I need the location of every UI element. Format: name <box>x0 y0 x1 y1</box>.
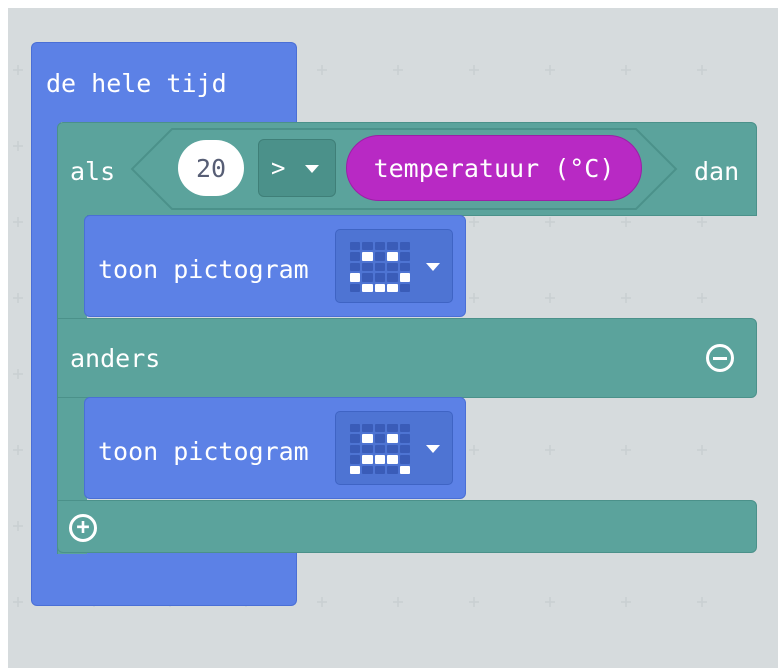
led-off <box>362 444 373 454</box>
led-off <box>350 455 361 464</box>
led-off <box>350 444 361 454</box>
led-on <box>362 455 373 464</box>
led-on <box>350 465 361 474</box>
led-off <box>387 424 398 433</box>
chevron-down-icon <box>426 263 440 271</box>
chevron-down-icon <box>426 445 440 453</box>
sad-face-icon <box>350 424 410 474</box>
led-off <box>350 434 361 443</box>
led-off <box>399 444 410 454</box>
forever-label: de hele tijd <box>46 69 227 98</box>
led-off <box>387 273 398 282</box>
led-off <box>387 465 398 474</box>
led-off <box>374 252 386 261</box>
then-label: dan <box>694 157 740 186</box>
led-off <box>374 273 386 282</box>
else-section[interactable] <box>57 318 757 398</box>
led-off <box>387 262 398 272</box>
led-off <box>362 424 373 433</box>
if-else-block-bottom[interactable] <box>57 500 757 553</box>
led-on <box>387 455 398 464</box>
happy-face-icon <box>350 242 410 292</box>
icon-dropdown[interactable] <box>335 229 453 303</box>
plus-circle-icon[interactable]: + <box>69 514 97 542</box>
operator-symbol: > <box>271 154 286 182</box>
led-off <box>399 424 410 433</box>
led-on <box>387 283 398 292</box>
led-off <box>399 434 410 443</box>
number-value: 20 <box>195 153 227 183</box>
led-off <box>374 465 386 474</box>
led-on <box>362 283 373 292</box>
led-on <box>387 252 398 261</box>
minus-circle-icon[interactable] <box>706 344 734 372</box>
led-off <box>374 262 386 272</box>
led-off <box>399 242 410 251</box>
show-icon-block[interactable]: toon pictogram <box>84 397 466 499</box>
show-icon-label: toon pictogram <box>98 255 309 284</box>
if-label: als <box>70 157 116 186</box>
led-off <box>374 434 386 443</box>
led-on <box>362 252 373 261</box>
led-on <box>399 465 410 474</box>
led-off <box>350 252 361 261</box>
led-off <box>350 424 361 433</box>
show-icon-block[interactable]: toon pictogram <box>84 215 466 317</box>
led-off <box>374 242 386 251</box>
led-off <box>399 455 410 464</box>
led-off <box>362 242 373 251</box>
led-off <box>399 283 410 292</box>
chevron-down-icon <box>305 165 319 173</box>
led-off <box>362 273 373 282</box>
led-off <box>362 262 373 272</box>
led-off <box>350 283 361 292</box>
led-on <box>350 273 361 282</box>
led-on <box>374 455 386 464</box>
else-label: anders <box>70 344 161 373</box>
led-on <box>374 283 386 292</box>
led-off <box>387 242 398 251</box>
number-input[interactable]: 20 <box>178 140 244 196</box>
show-icon-label: toon pictogram <box>98 437 309 466</box>
led-off <box>399 252 410 261</box>
led-on <box>399 273 410 282</box>
led-off <box>399 262 410 272</box>
temperature-block[interactable]: temperatuur (°C) <box>346 135 642 201</box>
led-off <box>350 262 361 272</box>
led-off <box>350 242 361 251</box>
led-on <box>387 434 398 443</box>
temperature-label: temperatuur (°C) <box>373 153 615 183</box>
icon-dropdown[interactable] <box>335 411 453 485</box>
led-off <box>374 424 386 433</box>
led-off <box>387 444 398 454</box>
led-off <box>374 444 386 454</box>
led-off <box>362 465 373 474</box>
led-on <box>362 434 373 443</box>
operator-dropdown[interactable]: > <box>258 139 336 197</box>
forever-block-bottom[interactable] <box>31 552 297 606</box>
